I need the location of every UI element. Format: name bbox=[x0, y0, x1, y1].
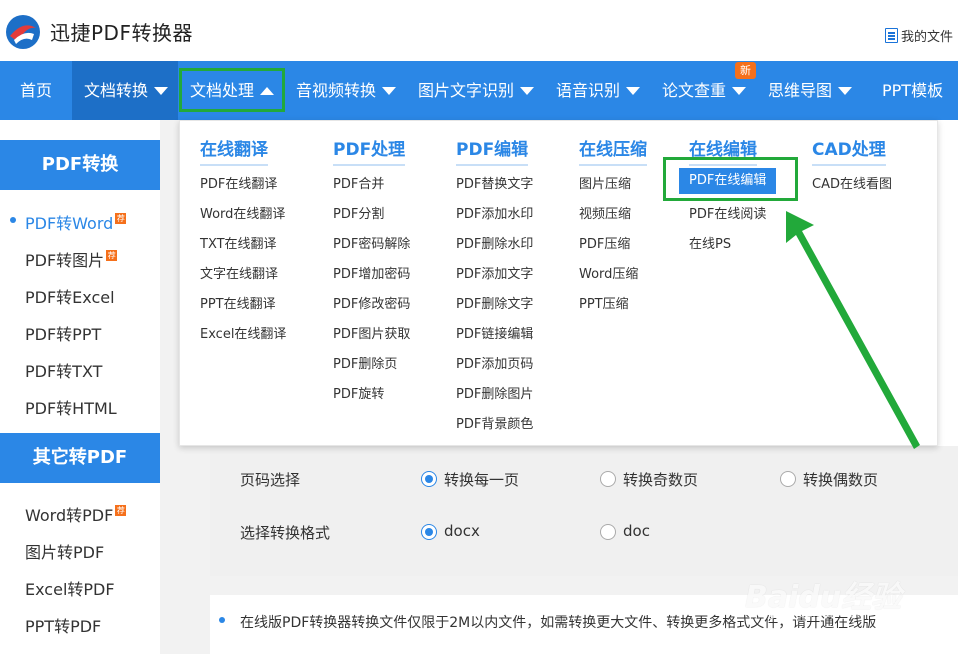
col-head-pdf-process: PDF处理 bbox=[333, 135, 406, 166]
caret-down-icon bbox=[732, 86, 747, 95]
menu-item-video-compress[interactable]: 视频压缩 bbox=[579, 203, 631, 222]
new-badge: 新 bbox=[735, 62, 756, 79]
highlight-box-menu-item bbox=[663, 157, 798, 201]
menu-item-pdf-delete-text[interactable]: PDF删除文字 bbox=[456, 293, 533, 312]
menu-item-pdf-unlock[interactable]: PDF密码解除 bbox=[333, 233, 410, 252]
caret-down-icon bbox=[382, 86, 397, 95]
nav-ocr[interactable]: 图片文字识别 bbox=[418, 61, 535, 120]
nav-ppt-template[interactable]: PPT模板 bbox=[882, 61, 943, 120]
menu-item-image-compress[interactable]: 图片压缩 bbox=[579, 173, 631, 192]
app-logo-icon[interactable] bbox=[4, 10, 42, 54]
radio-docx[interactable] bbox=[421, 524, 437, 540]
sidebar-item-word-to-pdf[interactable]: Word转PDF 荐 bbox=[25, 502, 127, 526]
radio-label-every-page: 转换每一页 bbox=[444, 471, 520, 489]
nav-av-convert[interactable]: 音视频转换 bbox=[296, 61, 397, 120]
my-files-label: 我的文件 bbox=[901, 30, 954, 45]
sidebar: PDF转换 PDF转Word 荐 PDF转图片荐 PDF转Excel PDF转PP… bbox=[0, 120, 160, 654]
menu-item-pdf-background-color[interactable]: PDF背景颜色 bbox=[456, 413, 533, 432]
col-head-cad: CAD处理 bbox=[812, 135, 886, 166]
main-nav: 首页 文档转换 文档处理 音视频转换 图片文字识别 语音识别 论文查重 思维导图… bbox=[0, 61, 958, 120]
watermark-url: jingyan.baidu.com bbox=[755, 607, 857, 620]
menu-item-pdf-split[interactable]: PDF分割 bbox=[333, 203, 384, 222]
col-head-translate: 在线翻译 bbox=[200, 135, 268, 166]
app-title: 迅捷PDF转换器 bbox=[50, 21, 193, 45]
radio-every-page[interactable] bbox=[421, 471, 437, 487]
active-dot-icon bbox=[10, 217, 16, 223]
menu-item-cad-viewer[interactable]: CAD在线看图 bbox=[812, 173, 892, 192]
menu-item-pdf-change-password[interactable]: PDF修改密码 bbox=[333, 293, 410, 312]
menu-item-pdf-remove-watermark[interactable]: PDF删除水印 bbox=[456, 233, 533, 252]
sidebar-item-excel-to-pdf[interactable]: Excel转PDF bbox=[25, 576, 115, 600]
radio-label-even-pages: 转换偶数页 bbox=[803, 471, 879, 489]
nav-mindmap[interactable]: 思维导图 bbox=[768, 61, 853, 120]
bullet-icon bbox=[219, 617, 225, 623]
options-panel bbox=[210, 446, 958, 576]
menu-item-pdf-replace-text[interactable]: PDF替换文字 bbox=[456, 173, 533, 192]
col-head-compress: 在线压缩 bbox=[579, 135, 647, 166]
sidebar-item-pdf-to-image[interactable]: PDF转图片荐 bbox=[25, 247, 118, 271]
menu-item-pdf-rotate[interactable]: PDF旋转 bbox=[333, 383, 384, 402]
radio-even-pages[interactable] bbox=[780, 471, 796, 487]
menu-item-pdf-compress[interactable]: PDF压缩 bbox=[579, 233, 630, 252]
caret-down-icon bbox=[520, 86, 535, 95]
menu-item-txt-translate[interactable]: TXT在线翻译 bbox=[200, 233, 277, 252]
menu-item-pdf-edit-links[interactable]: PDF链接编辑 bbox=[456, 323, 533, 342]
sidebar-item-image-to-pdf[interactable]: 图片转PDF bbox=[25, 539, 104, 563]
sidebar-section-pdf-convert: PDF转换 bbox=[0, 140, 160, 190]
menu-item-pdf-translate[interactable]: PDF在线翻译 bbox=[200, 173, 277, 192]
sidebar-item-pdf-to-excel[interactable]: PDF转Excel bbox=[25, 284, 115, 308]
recommend-badge: 荐 bbox=[115, 505, 127, 516]
menu-item-pdf-delete-images[interactable]: PDF删除图片 bbox=[456, 383, 533, 402]
menu-item-online-ps[interactable]: 在线PS bbox=[689, 233, 731, 252]
header: 迅捷PDF转换器 我的文件 bbox=[0, 0, 958, 61]
menu-item-pdf-delete-page[interactable]: PDF删除页 bbox=[333, 353, 397, 372]
col-head-pdf-edit: PDF编辑 bbox=[456, 135, 529, 166]
sidebar-item-ppt-to-pdf[interactable]: PPT转PDF bbox=[25, 613, 101, 637]
menu-item-pdf-add-page-numbers[interactable]: PDF添加页码 bbox=[456, 353, 533, 372]
document-icon bbox=[885, 28, 898, 43]
format-select-label: 选择转换格式 bbox=[240, 524, 331, 542]
recommend-badge: 荐 bbox=[115, 213, 127, 224]
radio-odd-pages[interactable] bbox=[600, 471, 616, 487]
menu-item-pdf-merge[interactable]: PDF合并 bbox=[333, 173, 384, 192]
nav-speech[interactable]: 语音识别 bbox=[556, 61, 641, 120]
menu-item-pdf-online-read[interactable]: PDF在线阅读 bbox=[689, 203, 766, 222]
menu-item-text-translate[interactable]: 文字在线翻译 bbox=[200, 263, 278, 282]
sidebar-item-pdf-to-word[interactable]: PDF转Word 荐 bbox=[25, 210, 127, 234]
menu-item-excel-translate[interactable]: Excel在线翻译 bbox=[200, 323, 286, 342]
caret-down-icon bbox=[626, 86, 641, 95]
nav-plagiarism[interactable]: 论文查重 bbox=[662, 61, 747, 120]
recommend-badge: 荐 bbox=[106, 250, 118, 261]
radio-doc[interactable] bbox=[600, 524, 616, 540]
radio-label-docx: docx bbox=[444, 522, 480, 540]
my-files-link[interactable]: 我的文件 bbox=[885, 26, 953, 45]
radio-label-odd-pages: 转换奇数页 bbox=[623, 471, 699, 489]
sidebar-item-pdf-to-ppt[interactable]: PDF转PPT bbox=[25, 321, 101, 345]
nav-doc-convert[interactable]: 文档转换 bbox=[72, 61, 178, 120]
menu-item-word-translate[interactable]: Word在线翻译 bbox=[200, 203, 285, 222]
caret-down-icon bbox=[838, 86, 853, 95]
doc-process-dropdown: 在线翻译 PDF在线翻译 Word在线翻译 TXT在线翻译 文字在线翻译 PPT… bbox=[179, 120, 938, 446]
content-background bbox=[938, 120, 958, 446]
nav-home[interactable]: 首页 bbox=[20, 61, 52, 120]
page-select-label: 页码选择 bbox=[240, 471, 301, 489]
menu-item-pdf-add-password[interactable]: PDF增加密码 bbox=[333, 263, 410, 282]
menu-item-word-compress[interactable]: Word压缩 bbox=[579, 263, 638, 282]
caret-down-icon bbox=[154, 86, 169, 95]
sidebar-item-pdf-to-txt[interactable]: PDF转TXT bbox=[25, 358, 102, 382]
highlight-box-nav bbox=[179, 68, 285, 112]
sidebar-section-other-to-pdf: 其它转PDF bbox=[0, 433, 160, 483]
menu-item-pdf-add-watermark[interactable]: PDF添加水印 bbox=[456, 203, 533, 222]
menu-item-ppt-compress[interactable]: PPT压缩 bbox=[579, 293, 629, 312]
menu-item-pdf-add-text[interactable]: PDF添加文字 bbox=[456, 263, 533, 282]
sidebar-item-pdf-to-html[interactable]: PDF转HTML bbox=[25, 395, 117, 419]
menu-item-pdf-extract-images[interactable]: PDF图片获取 bbox=[333, 323, 410, 342]
menu-item-ppt-translate[interactable]: PPT在线翻译 bbox=[200, 293, 276, 312]
radio-label-doc: doc bbox=[623, 522, 650, 540]
